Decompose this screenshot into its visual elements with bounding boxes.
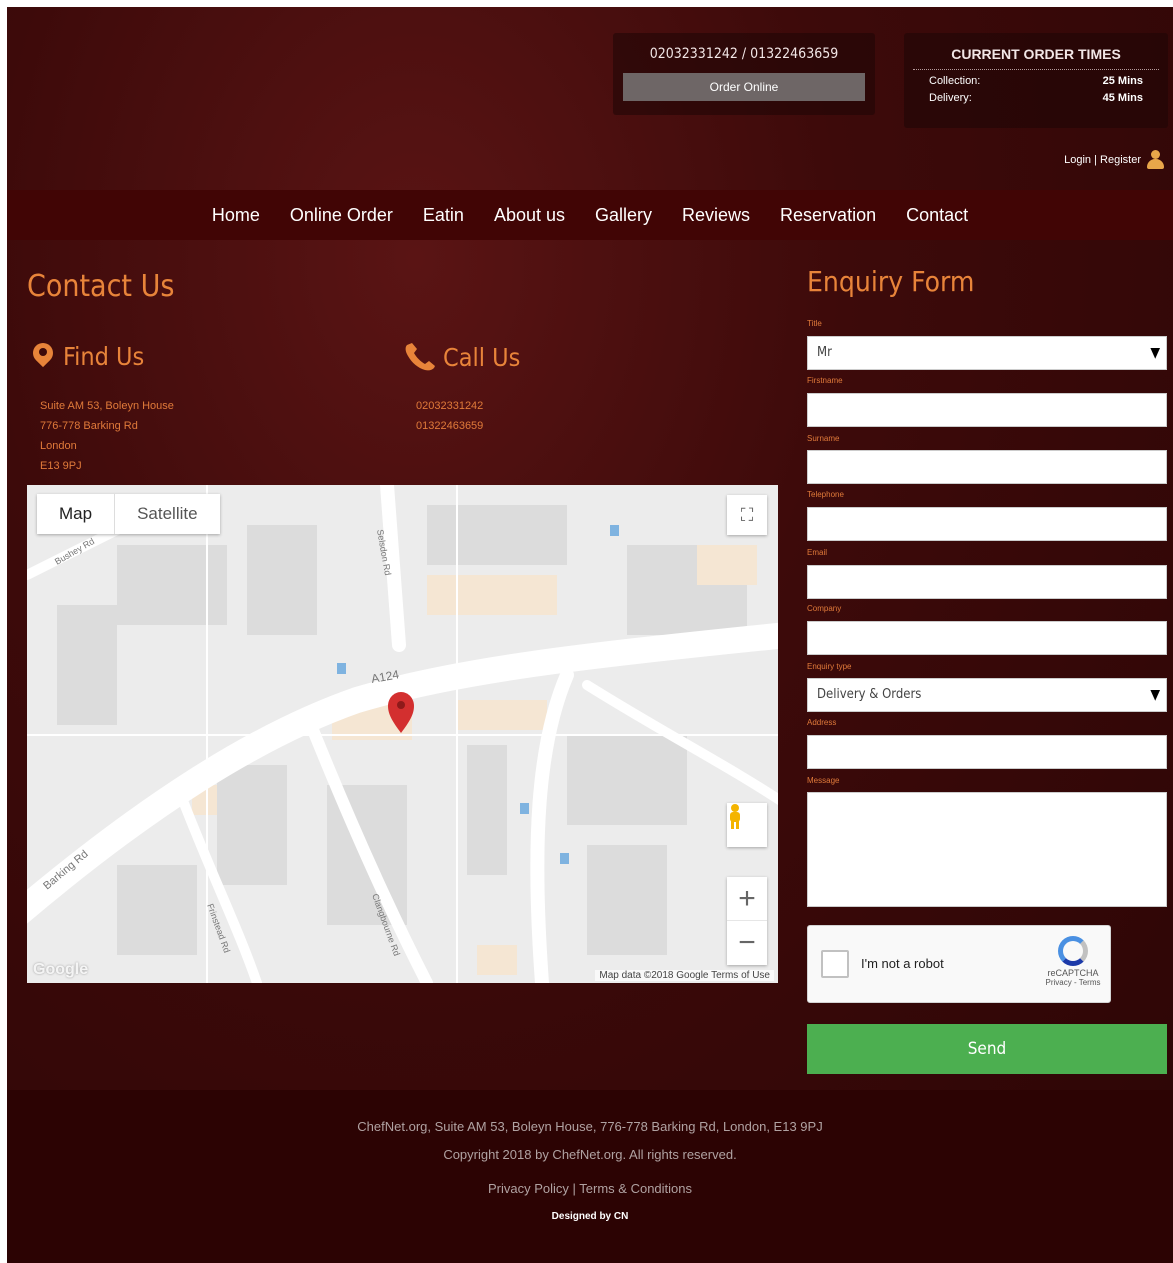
message-textarea[interactable] [807, 792, 1167, 907]
page: 02032331242 / 01322463659 Order Online C… [7, 7, 1173, 1263]
map-tab-map[interactable]: Map [37, 494, 114, 534]
call-us-title: Call Us [443, 342, 521, 372]
address-line: Suite AM 53, Boleyn House [40, 400, 174, 412]
find-us-heading: Find Us [33, 342, 144, 371]
designed-by: Designed by CN [551, 1211, 629, 1222]
order-times-title: CURRENT ORDER TIMES [913, 46, 1159, 70]
login-separator: | [1094, 153, 1097, 166]
nav-about-us[interactable]: About us [479, 205, 580, 226]
dropdown-arrow-icon: ▼ [1150, 345, 1160, 361]
title-select-value: Mr [817, 345, 832, 360]
enquiry-type-label: Enquiry type [807, 662, 852, 671]
collection-value: 25 Mins [1102, 75, 1143, 87]
telephone-field[interactable] [807, 507, 1167, 541]
phone-icon [405, 343, 435, 371]
zoom-out-icon[interactable]: − [727, 921, 767, 965]
delivery-label: Delivery: [929, 92, 972, 104]
surname-label: Surname [807, 434, 840, 443]
surname-field[interactable] [807, 450, 1167, 484]
address-line: 776-778 Barking Rd [40, 420, 138, 432]
firstname-field[interactable] [807, 393, 1167, 427]
enquiry-type-select[interactable]: Delivery & Orders ▼ [807, 678, 1167, 712]
nav-gallery[interactable]: Gallery [580, 205, 667, 226]
address-line: London [40, 440, 77, 452]
recaptcha-checkbox[interactable] [821, 950, 849, 978]
footer-address: ChefNet.org, Suite AM 53, Boleyn House, … [357, 1119, 823, 1134]
map-type-tabs: Map Satellite [37, 494, 220, 534]
recaptcha-links[interactable]: Privacy - Terms [1044, 978, 1102, 987]
phone-order-box: 02032331242 / 01322463659 Order Online [613, 33, 875, 115]
phone-numbers: 02032331242 01322463659 [416, 396, 483, 436]
recaptcha-icon [1058, 936, 1088, 966]
collection-row: Collection: 25 Mins [913, 75, 1159, 87]
enquiry-form-title: Enquiry Form [807, 265, 975, 298]
company-field[interactable] [807, 621, 1167, 655]
location-pin-icon [33, 343, 53, 371]
footer-copyright: Copyright 2018 by ChefNet.org. All right… [443, 1147, 737, 1162]
contact-title: Contact Us [27, 269, 175, 304]
enquiry-type-value: Delivery & Orders [817, 687, 922, 702]
pegman-icon[interactable] [727, 803, 767, 847]
login-link[interactable]: Login [1064, 154, 1091, 166]
email-label: Email [807, 548, 828, 557]
recaptcha-widget: I'm not a robot reCAPTCHA Privacy - Term… [807, 925, 1111, 1003]
footer-separator: | [572, 1181, 576, 1196]
recaptcha-logo: reCAPTCHA Privacy - Terms [1044, 936, 1102, 987]
company-label: Company [807, 604, 842, 613]
map-canvas: A124 Barking Rd Selsdon Rd Bushey Rd Fri… [27, 485, 778, 983]
call-us-heading: Call Us [403, 342, 520, 372]
delivery-row: Delivery: 45 Mins [913, 92, 1159, 104]
nav-contact[interactable]: Contact [891, 205, 983, 226]
address-line: E13 9PJ [40, 460, 82, 472]
title-select[interactable]: Mr ▼ [807, 336, 1167, 370]
email-field[interactable] [807, 565, 1167, 599]
order-times-box: CURRENT ORDER TIMES Collection: 25 Mins … [904, 33, 1168, 128]
nav-online-order[interactable]: Online Order [275, 205, 408, 226]
address-field[interactable] [807, 735, 1167, 769]
map-attribution[interactable]: Map data ©2018 Google Terms of Use [595, 970, 774, 981]
recaptcha-brand: reCAPTCHA [1047, 968, 1099, 978]
privacy-policy-link[interactable]: Privacy Policy [488, 1181, 569, 1196]
order-online-button[interactable]: Order Online [623, 73, 865, 101]
address-block: Suite AM 53, Boleyn House 776-778 Barkin… [40, 396, 174, 476]
address-label: Address [807, 718, 837, 727]
collection-label: Collection: [929, 75, 981, 87]
fullscreen-icon[interactable]: ⛶ [727, 495, 767, 535]
zoom-in-icon[interactable]: + [727, 877, 767, 921]
footer: ChefNet.org, Suite AM 53, Boleyn House, … [7, 1090, 1173, 1263]
delivery-value: 45 Mins [1102, 92, 1143, 104]
register-link[interactable]: Register [1100, 154, 1141, 166]
message-label: Message [807, 776, 840, 785]
phone-number[interactable]: 02032331242 [416, 396, 483, 416]
find-us-title: Find Us [63, 342, 145, 371]
terms-link[interactable]: Terms & Conditions [579, 1181, 692, 1196]
title-label: Title [807, 319, 822, 328]
nav-reviews[interactable]: Reviews [667, 205, 765, 226]
recaptcha-label: I'm not a robot [861, 956, 944, 971]
zoom-controls: + − [727, 877, 767, 965]
nav-reservation[interactable]: Reservation [765, 205, 891, 226]
phone-number[interactable]: 01322463659 [416, 416, 483, 436]
dropdown-arrow-icon: ▼ [1150, 687, 1160, 703]
google-logo: Google [33, 961, 89, 978]
map-tab-satellite[interactable]: Satellite [114, 494, 219, 534]
nav-home[interactable]: Home [197, 205, 275, 226]
footer-links: Privacy Policy | Terms & Conditions [7, 1181, 1173, 1196]
login-register: Login | Register [1064, 150, 1164, 169]
send-button[interactable]: Send [807, 1024, 1167, 1074]
header-phones: 02032331242 / 01322463659 [649, 46, 839, 62]
nav-eatin[interactable]: Eatin [408, 205, 479, 226]
telephone-label: Telephone [807, 490, 844, 499]
user-icon[interactable] [1147, 150, 1164, 169]
main-nav: Home Online Order Eatin About us Gallery… [7, 190, 1173, 240]
google-map[interactable]: A124 Barking Rd Selsdon Rd Bushey Rd Fri… [27, 485, 778, 983]
firstname-label: Firstname [807, 376, 843, 385]
